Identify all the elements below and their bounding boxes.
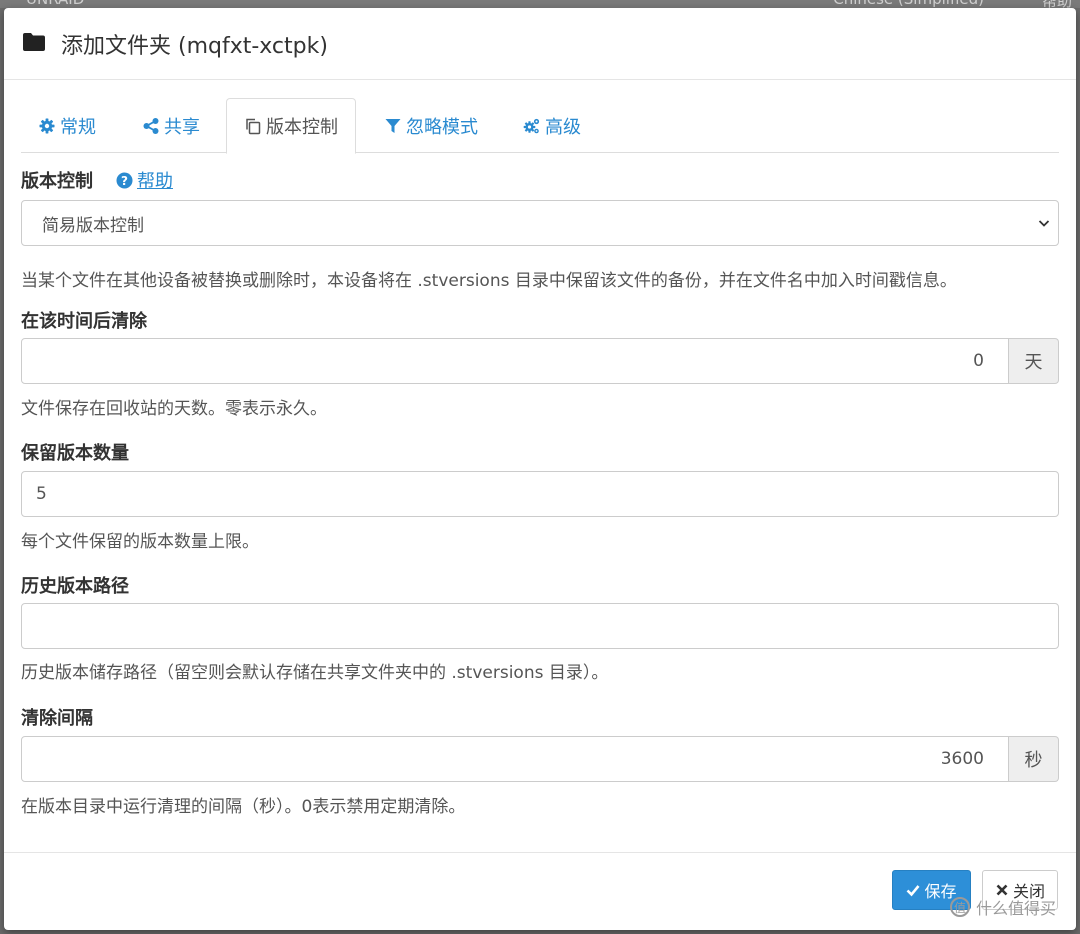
tab-bar: 常规 共享 版本控制 忽略模式 高级 <box>21 98 1059 154</box>
language-selector[interactable]: Chinese (Simplified) <box>833 0 984 8</box>
clean-after-unit: 天 <box>1009 338 1059 384</box>
dialog-header: 添加文件夹 (mqfxt-xctpk) <box>4 8 1076 80</box>
svg-text:?: ? <box>121 174 128 188</box>
clean-after-input[interactable]: 0 <box>21 338 1009 384</box>
watermark: 值 什么值得买 <box>950 895 1056 919</box>
copy-icon <box>246 118 261 135</box>
clean-after-value: 0 <box>973 351 984 371</box>
versions-path-label: 历史版本路径 <box>21 576 129 597</box>
check-icon <box>907 885 920 897</box>
tab-advanced[interactable]: 高级 <box>506 98 598 153</box>
tab-versioning[interactable]: 版本控制 <box>226 98 356 154</box>
watermark-logo-icon: 值 <box>950 897 970 917</box>
tab-general-label: 常规 <box>60 116 96 138</box>
clean-after-label: 在该时间后清除 <box>21 311 147 332</box>
tab-sharing[interactable]: 共享 <box>125 98 217 153</box>
versioning-label: 版本控制 <box>21 171 93 192</box>
cogs-icon <box>523 118 540 133</box>
share-icon <box>143 117 159 134</box>
tab-versioning-label: 版本控制 <box>266 117 338 138</box>
footer-divider <box>4 852 1076 853</box>
keep-versions-label: 保留版本数量 <box>21 443 129 464</box>
cleanup-interval-value: 3600 <box>940 749 984 769</box>
gear-icon <box>39 118 55 133</box>
background-help-link[interactable]: 帮助 <box>1042 0 1072 8</box>
versions-path-hint: 历史版本储存路径（留空则会默认存储在共享文件夹中的 .stversions 目录… <box>21 663 609 683</box>
versioning-help-text: 帮助 <box>137 171 173 192</box>
tab-general[interactable]: 常规 <box>21 98 113 153</box>
versioning-type-value: 简易版本控制 <box>42 215 144 236</box>
brand-label: UNRAID <box>26 0 84 8</box>
dialog-title: 添加文件夹 (mqfxt-xctpk) <box>61 34 328 59</box>
tab-ignore-patterns-label: 忽略模式 <box>406 116 478 138</box>
tab-advanced-label: 高级 <box>545 116 581 138</box>
cleanup-interval-unit: 秒 <box>1009 736 1059 782</box>
cleanup-interval-label: 清除间隔 <box>21 708 93 729</box>
chevron-down-icon <box>1038 220 1050 227</box>
tab-ignore-patterns[interactable]: 忽略模式 <box>367 98 495 153</box>
folder-icon <box>23 33 45 51</box>
keep-versions-value: 5 <box>36 484 47 504</box>
versioning-help-link[interactable]: ? 帮助 <box>116 167 173 193</box>
versioning-type-select[interactable]: 简易版本控制 <box>21 200 1059 246</box>
cleanup-interval-input[interactable]: 3600 <box>21 736 1009 782</box>
add-folder-dialog: 添加文件夹 (mqfxt-xctpk) 常规 共享 版本控制 忽略模式 高级 版… <box>4 8 1076 930</box>
filter-icon <box>385 118 401 133</box>
watermark-text: 什么值得买 <box>976 899 1057 918</box>
question-circle-icon: ? <box>116 172 133 188</box>
background-navbar: UNRAID Chinese (Simplified) 帮助 <box>0 0 1080 8</box>
versions-path-input[interactable] <box>21 603 1059 649</box>
clean-after-hint: 文件保存在回收站的天数。零表示永久。 <box>21 399 327 419</box>
cleanup-interval-hint: 在版本目录中运行清理的间隔（秒）。0表示禁用定期清除。 <box>21 797 466 817</box>
versioning-description: 当某个文件在其他设备被替换或删除时，本设备将在 .stversions 目录中保… <box>21 271 957 291</box>
tab-sharing-label: 共享 <box>164 116 200 138</box>
keep-versions-hint: 每个文件保留的版本数量上限。 <box>21 532 259 552</box>
keep-versions-input[interactable]: 5 <box>21 471 1059 517</box>
